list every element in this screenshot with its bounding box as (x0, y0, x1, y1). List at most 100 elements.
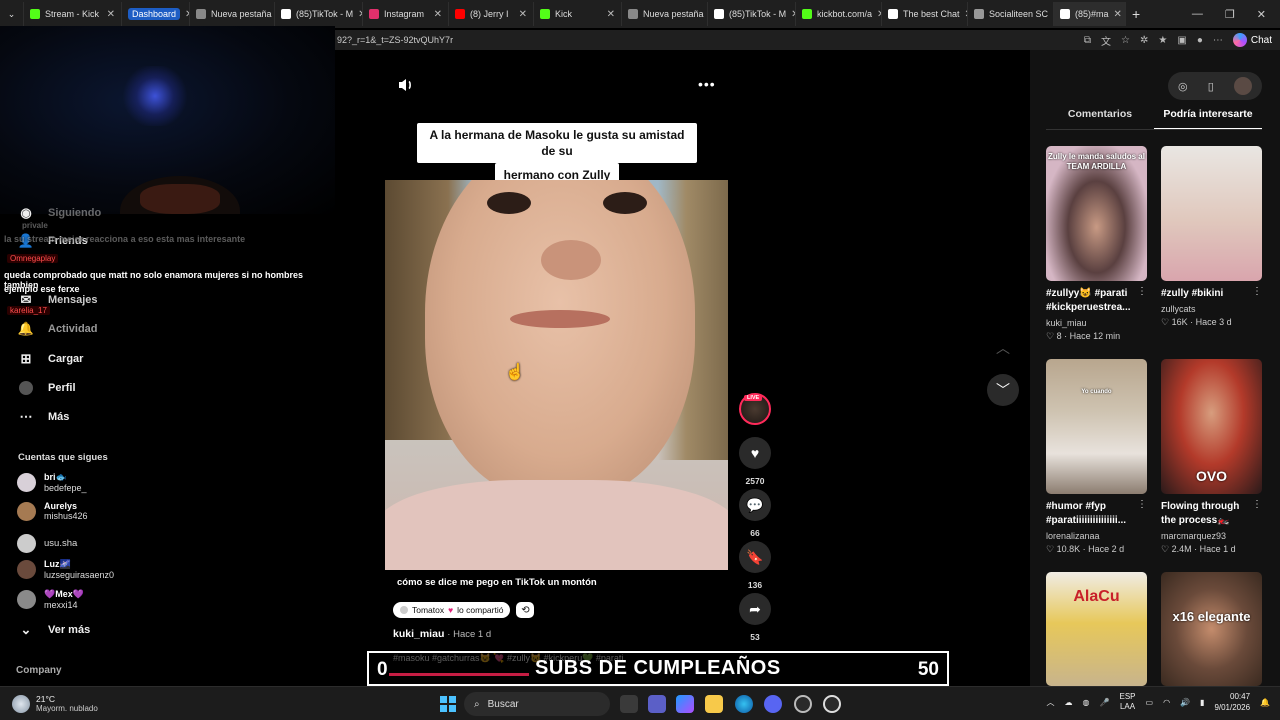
wifi-icon[interactable]: ◠ (1163, 698, 1170, 707)
see-more-button[interactable]: ⌄ Ver más (18, 622, 91, 637)
copilot-chat-button[interactable]: Chat (1232, 33, 1272, 47)
shared-by-pill[interactable]: Tomatox ♥ lo compartió (393, 602, 511, 618)
browser-tab[interactable]: Dashboard✕ (122, 2, 190, 26)
video-author[interactable]: kuki_miau · Hace 1 d (393, 628, 491, 640)
tab-label: The best Chat (903, 9, 960, 19)
phone-icon[interactable]: ▯ (1208, 80, 1214, 93)
next-video-button[interactable]: ﹀ (987, 374, 1019, 406)
microphone-icon[interactable]: 🎤 (1100, 698, 1110, 707)
file-explorer-icon[interactable] (705, 695, 723, 713)
browser-tab[interactable]: kickbot.com/a✕ (796, 2, 882, 26)
card-more-icon[interactable]: ⋮ (1252, 286, 1262, 297)
sidebar-item-profile[interactable]: Perfil (18, 381, 76, 395)
sidebar-item-activity[interactable]: 🔔 Actividad (18, 321, 98, 336)
settings-more-icon[interactable]: ⋯ (1213, 35, 1223, 46)
browser-tab[interactable]: Stream - Kick ✕ (24, 2, 122, 26)
recommended-video-card[interactable]: OVO ⋮ Flowing through the process🏍️ marc… (1161, 359, 1262, 555)
tab-list-button[interactable]: ⌄ (0, 2, 24, 26)
sidebar-item-following[interactable]: ◉ Siguiendo (18, 205, 101, 220)
browser-tab[interactable]: Instagram ✕ (363, 2, 449, 26)
app-icon[interactable] (823, 695, 841, 713)
followed-account[interactable]: Aurelys mishus426 (17, 501, 88, 521)
edge-icon[interactable] (735, 695, 753, 713)
followed-account[interactable]: 💜Mex💜 mexxi14 (17, 589, 84, 610)
bookmark-button[interactable]: 🔖 136 (739, 541, 771, 590)
tab-recommended[interactable]: Podría interesarte (1154, 108, 1262, 130)
browser-tab[interactable]: Nueva pestaña✕ (622, 2, 708, 26)
favorites-icon[interactable]: ★ (1158, 35, 1167, 46)
browser-tab[interactable]: (85)TikTok - M✕ (275, 2, 363, 26)
volume-icon[interactable]: 🔊 (1180, 698, 1190, 707)
discord-icon[interactable] (764, 695, 782, 713)
footer-company-link[interactable]: Company (16, 665, 62, 676)
browser-tab[interactable]: (8) Jerry I ✕ (449, 2, 534, 26)
close-tab-icon[interactable]: ✕ (607, 9, 615, 20)
comment-button[interactable]: 💬 66 (739, 489, 771, 538)
browser-tab[interactable]: Nueva pestaña✕ (190, 2, 275, 26)
chevron-up-icon: ︿ (996, 340, 1010, 356)
translate-icon[interactable]: 文 (1101, 33, 1111, 48)
profile-icon[interactable]: ● (1197, 35, 1203, 46)
battery-icon[interactable]: ▮ (1200, 698, 1204, 707)
share-button[interactable]: ➦ 53 (739, 593, 771, 642)
url-text[interactable]: 92?_r=1&_t=ZS-92tvQUhY7r (337, 35, 453, 45)
video-player[interactable] (385, 180, 728, 570)
more-options-icon[interactable]: ••• (698, 76, 716, 92)
browser-tab[interactable]: Socialiteen SC✕ (968, 2, 1054, 26)
close-tab-icon[interactable]: ✕ (519, 9, 527, 20)
monitor-icon[interactable]: ▭ (1146, 698, 1154, 707)
collections-icon[interactable]: ▣ (1177, 35, 1186, 46)
followed-account[interactable]: Luz🌌 luzseguirasaenz0 (17, 559, 114, 580)
extensions-icon[interactable]: ✲ (1140, 35, 1148, 46)
browser-tab[interactable]: The best Chat✕ (882, 2, 968, 26)
tab-comments[interactable]: Comentarios (1046, 108, 1154, 130)
address-bar[interactable]: 92?_r=1&_t=ZS-92tvQUhY7r ⧉ 文 ☆ ✲ ★ ▣ ● ⋯… (335, 30, 1280, 50)
close-icon[interactable]: ✕ (1257, 8, 1266, 21)
notifications-icon[interactable]: 🔔 (1260, 698, 1270, 707)
store-icon[interactable] (648, 695, 666, 713)
followed-account[interactable]: usu.sha (17, 534, 77, 553)
close-tab-icon[interactable]: ✕ (434, 9, 442, 20)
recommended-video-card[interactable]: AlaCu (1046, 572, 1147, 686)
copilot-app-icon[interactable] (676, 695, 694, 713)
followed-account[interactable]: bri🐟 bedefepe_ (17, 472, 87, 493)
card-more-icon[interactable]: ⋮ (1137, 286, 1147, 297)
minimize-icon[interactable]: — (1192, 8, 1203, 20)
close-tab-icon[interactable]: ✕ (107, 9, 115, 20)
sidebar-item-messages[interactable]: ✉ Mensajes (18, 292, 98, 307)
recommended-video-card[interactable]: Yo cuando ⋮ #humor #fyp #paratiiiiiiiiii… (1046, 359, 1147, 555)
favorite-star-icon[interactable]: ☆ (1121, 35, 1130, 46)
weather-widget[interactable]: 21°C Mayorm. nublado (12, 694, 98, 713)
volume-icon[interactable] (397, 77, 415, 93)
chevron-up-icon[interactable]: ︿ (1047, 697, 1055, 708)
recommended-video-card[interactable]: x16 elegante (1161, 572, 1262, 686)
obs-icon[interactable] (794, 695, 812, 713)
card-more-icon[interactable]: ⋮ (1137, 499, 1147, 510)
user-avatar[interactable] (1233, 77, 1252, 95)
sidebar-item-upload[interactable]: ⊞ Cargar (18, 351, 84, 366)
task-view-icon[interactable] (620, 695, 638, 713)
open-in-app-icon[interactable]: ⧉ (1084, 35, 1091, 46)
like-button[interactable]: ♥ 2570 (739, 437, 771, 486)
card-more-icon[interactable]: ⋮ (1252, 499, 1262, 510)
compass-icon[interactable]: ◎ (1178, 80, 1188, 93)
clock[interactable]: 00:47 9/01/2026 (1214, 691, 1250, 713)
close-tab-icon[interactable]: ✕ (1114, 9, 1122, 20)
browser-tab[interactable]: Kick ✕ (534, 2, 622, 26)
onedrive-icon[interactable]: ☁ (1065, 698, 1073, 707)
heart-icon: ♥ (739, 437, 771, 469)
repost-icon[interactable]: ⟲ (516, 602, 535, 618)
start-button[interactable] (440, 696, 456, 712)
maximize-icon[interactable]: ❐ (1225, 8, 1235, 21)
previous-video-button[interactable]: ︿ (987, 332, 1019, 364)
sidebar-item-more[interactable]: ⋯ Más (18, 409, 70, 424)
recommended-video-card[interactable]: Zully le manda saludos al TEAM ARDILLA ⋮… (1046, 146, 1147, 342)
browser-tab[interactable]: (85)#ma ✕ (1054, 2, 1126, 26)
recommended-video-card[interactable]: ⋮ #zully #bikini zullycats ♡ 16K · Hace … (1161, 146, 1262, 328)
browser-tab[interactable]: (85)TikTok - M✕ (708, 2, 796, 26)
language-indicator[interactable]: ESP LAA (1120, 692, 1136, 712)
tabs: Stream - Kick✕Dashboard✕Nueva pestaña✕(8… (24, 2, 1126, 26)
steam-icon[interactable]: ◍ (1083, 698, 1090, 707)
new-tab-button[interactable]: + (1126, 2, 1146, 26)
taskbar-search[interactable]: ⌕ Buscar (464, 692, 610, 716)
